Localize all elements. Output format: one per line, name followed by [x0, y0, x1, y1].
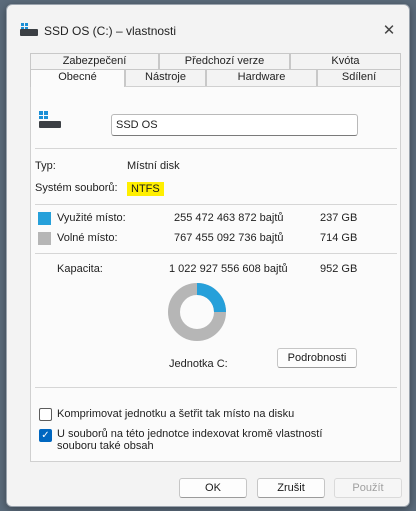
used-space-swatch: [38, 212, 51, 225]
compress-label[interactable]: Komprimovat jednotku a šetřit tak místo …: [57, 408, 294, 420]
details-button[interactable]: Podrobnosti: [277, 348, 357, 368]
window-title: SSD OS (C:) – vlastnosti: [44, 24, 177, 38]
tab-predchozi-verze[interactable]: Předchozí verze: [159, 53, 290, 70]
apply-button[interactable]: Použít: [334, 478, 402, 498]
tab-zabezpeceni[interactable]: Zabezpečení: [30, 53, 159, 70]
checkmark-icon: ✓: [41, 430, 50, 441]
compress-checkbox[interactable]: [39, 408, 52, 421]
divider: [35, 387, 397, 388]
used-space-size: 237 GB: [320, 212, 358, 224]
drive-icon: [39, 111, 61, 129]
filesystem-label: Systém souborů:: [35, 182, 118, 194]
index-content-checkbox[interactable]: ✓: [39, 429, 52, 442]
divider: [35, 253, 397, 254]
type-value: Místní disk: [127, 160, 180, 172]
tab-kvota[interactable]: Kvóta: [290, 53, 401, 70]
tab-obecne[interactable]: Obecné: [30, 69, 125, 87]
index-content-label-cont[interactable]: souboru také obsah: [57, 440, 154, 452]
properties-window: SSD OS (C:) – vlastnosti ✕ Zabezpečení P…: [6, 4, 410, 507]
free-space-label: Volné místo:: [57, 232, 118, 244]
usage-donut-chart: [168, 283, 226, 341]
divider: [35, 204, 397, 205]
capacity-size: 952 GB: [320, 263, 358, 275]
drive-name-input[interactable]: [111, 114, 358, 136]
free-space-bytes: 767 455 092 736 bajtů: [174, 232, 284, 244]
free-space-swatch: [38, 232, 51, 245]
type-label: Typ:: [35, 160, 56, 172]
drive-letter-label: Jednotka C:: [169, 358, 228, 370]
tab-sdileni[interactable]: Sdílení: [317, 69, 401, 86]
free-space-size: 714 GB: [320, 232, 358, 244]
used-space-bytes: 255 472 463 872 bajtů: [174, 212, 284, 224]
drive-icon: [20, 23, 38, 36]
capacity-bytes: 1 022 927 556 608 bajtů: [169, 263, 288, 275]
close-icon[interactable]: ✕: [379, 21, 399, 41]
divider: [35, 148, 397, 149]
cancel-button[interactable]: Zrušit: [257, 478, 325, 498]
tab-nastroje[interactable]: Nástroje: [125, 69, 206, 86]
general-tab-panel: Typ: Místní disk Systém souborů: NTFS Vy…: [30, 86, 401, 462]
tab-hardware[interactable]: Hardware: [206, 69, 317, 86]
capacity-label: Kapacita:: [57, 263, 103, 275]
dialog-footer: OK Zrušit Použít: [7, 472, 409, 506]
used-space-label: Využité místo:: [57, 212, 126, 224]
index-content-label[interactable]: U souborů na této jednotce indexovat kro…: [57, 428, 322, 440]
filesystem-value: NTFS: [127, 182, 164, 196]
title-bar: SSD OS (C:) – vlastnosti ✕: [7, 5, 409, 47]
ok-button[interactable]: OK: [179, 478, 247, 498]
